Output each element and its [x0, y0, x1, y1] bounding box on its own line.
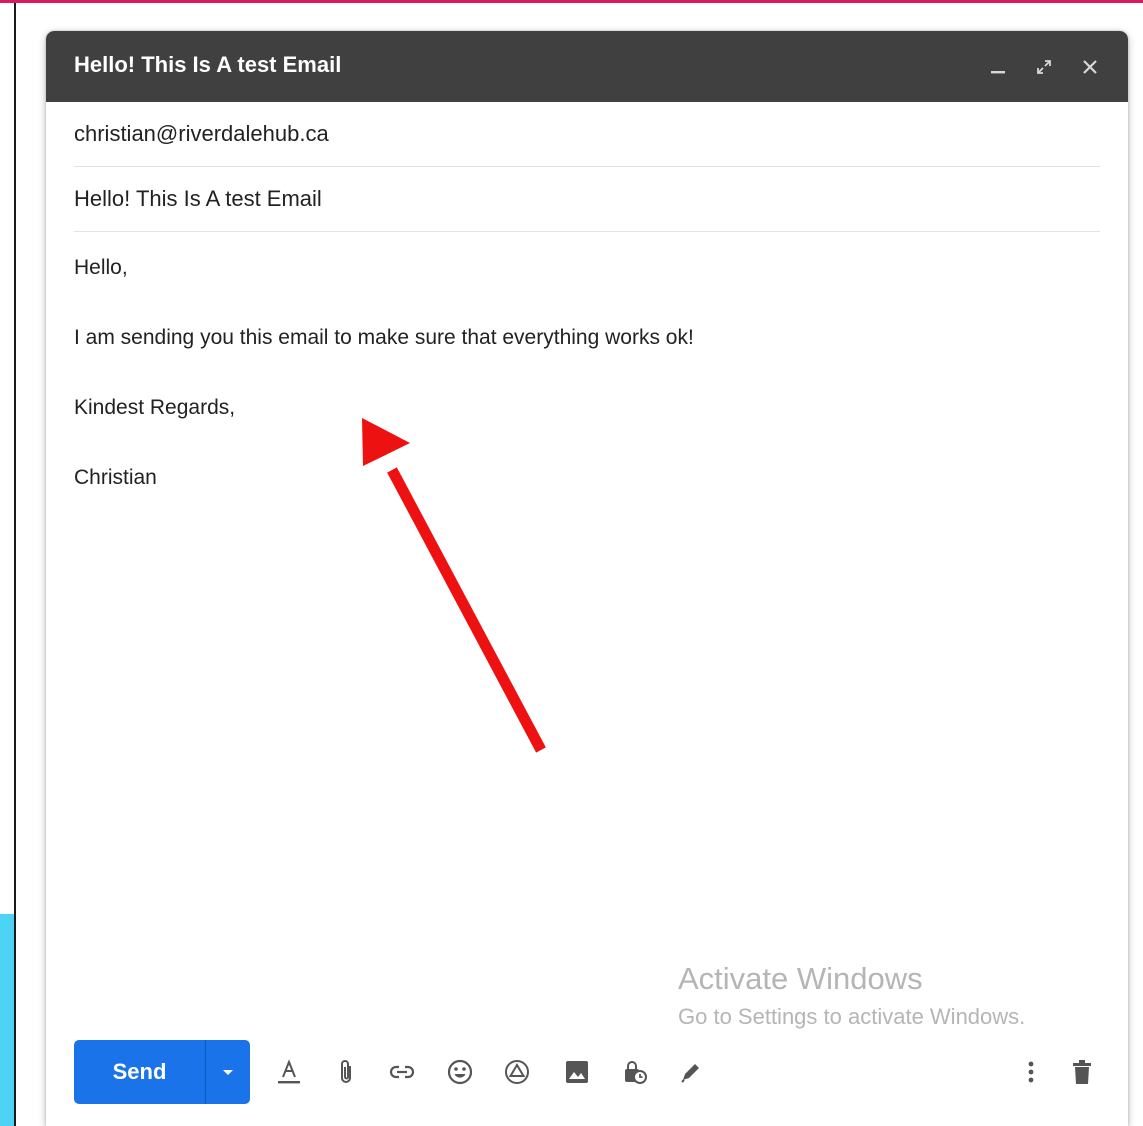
pink-border [0, 0, 1143, 3]
to-recipient: christian@riverdalehub.ca [74, 121, 329, 146]
send-options-button[interactable] [205, 1040, 250, 1104]
link-icon[interactable] [383, 1053, 421, 1091]
confidential-icon[interactable] [616, 1053, 654, 1091]
signature-icon[interactable] [672, 1053, 710, 1091]
compose-window: Hello! This Is A test Email christian@ri… [46, 31, 1128, 1126]
message-body[interactable]: Hello, I am sending you this email to ma… [74, 253, 1100, 533]
drive-icon[interactable] [498, 1053, 536, 1091]
expand-icon[interactable] [1028, 51, 1060, 83]
frame-border [14, 3, 16, 1126]
compose-title: Hello! This Is A test Email [74, 52, 342, 77]
body-line: Kindest Regards, [74, 396, 236, 419]
caret-down-icon [223, 1070, 233, 1075]
watermark-subtitle: Go to Settings to activate Windows. [678, 1004, 1026, 1029]
subject-field[interactable]: Hello! This Is A test Email [74, 167, 1100, 232]
body-line: I am sending you this email to make sure… [74, 326, 694, 349]
watermark-title: Activate Windows [678, 961, 923, 996]
more-options-icon[interactable] [1012, 1053, 1050, 1091]
close-icon[interactable] [1074, 51, 1106, 83]
send-button[interactable]: Send [74, 1040, 205, 1104]
background-strip [0, 914, 14, 1126]
body-line: Christian [74, 466, 157, 489]
formatting-icon[interactable] [270, 1053, 308, 1091]
emoji-icon[interactable] [441, 1053, 479, 1091]
to-field[interactable]: christian@riverdalehub.ca [74, 102, 1100, 167]
body-line: Hello, [74, 256, 128, 279]
compose-titlebar[interactable]: Hello! This Is A test Email [46, 31, 1128, 102]
send-button-group: Send [74, 1040, 250, 1104]
delete-icon[interactable] [1063, 1053, 1101, 1091]
subject-text: Hello! This Is A test Email [74, 186, 322, 211]
activate-windows-watermark: Activate Windows Go to Settings to activ… [678, 961, 1025, 1031]
photo-icon[interactable] [558, 1053, 596, 1091]
minimize-icon[interactable] [982, 51, 1014, 83]
attach-icon[interactable] [327, 1053, 365, 1091]
